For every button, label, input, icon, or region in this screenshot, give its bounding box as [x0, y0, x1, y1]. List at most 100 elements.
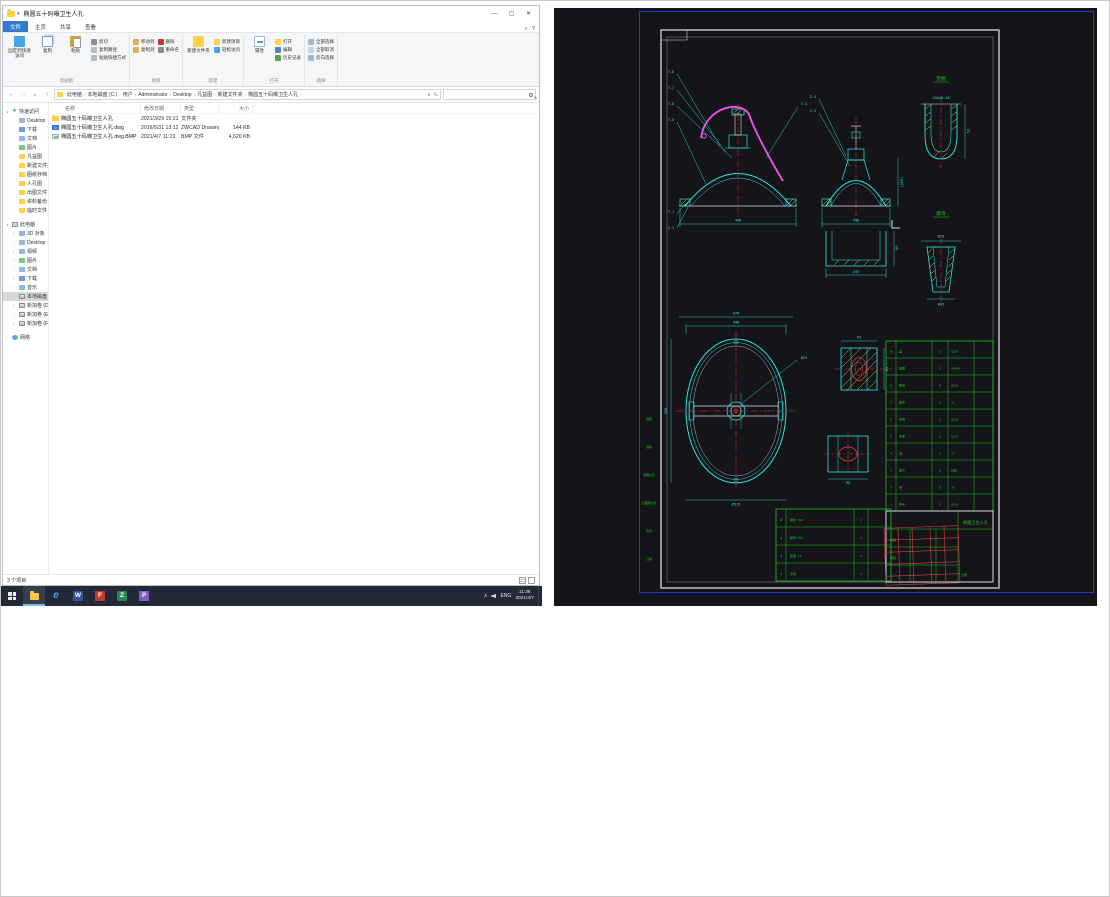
sidebar-item-f-drive[interactable]: ›新加卷 (F:)	[3, 319, 48, 328]
qat-customize-icon[interactable]: ▾	[17, 11, 20, 17]
breadcrumb-desktop[interactable]: Desktop	[172, 92, 192, 98]
column-name[interactable]: 名称	[49, 105, 141, 113]
breadcrumb[interactable]: 此电脑› 本地磁盘 (C:)› 用户› Administrator› Deskt…	[54, 89, 441, 100]
language-indicator[interactable]: ENG	[500, 593, 511, 599]
cut-button[interactable]: 剪切	[91, 39, 126, 45]
tab-file[interactable]: 文件	[3, 21, 28, 32]
file-list: 名称 修改日期 类型 大小 椭圆五十码曝卫生人孔 2021/3/29 15:21…	[49, 103, 539, 574]
address-dropdown-icon[interactable]: ∨	[427, 92, 431, 98]
close-button[interactable]: ✕	[520, 6, 537, 21]
paste-shortcut-button[interactable]: 粘贴快捷方式	[91, 55, 126, 61]
sidebar-item-d-drive[interactable]: ›新加卷 (D:)	[3, 301, 48, 310]
search-box[interactable]	[443, 89, 536, 100]
sidebar-item-e-drive[interactable]: ›新加卷 (E:)	[3, 310, 48, 319]
move-to-button[interactable]: 移动到	[133, 39, 155, 45]
up-button[interactable]: ↑	[42, 91, 52, 98]
sidebar-item-folder[interactable]: 人孔图	[3, 179, 48, 188]
pin-to-quick-access-button[interactable]: 固定到快速访问	[7, 36, 32, 58]
sidebar-item-c-drive[interactable]: ›本地磁盘 (C:)	[3, 292, 48, 301]
sidebar-network[interactable]: ›网络	[3, 333, 48, 342]
sidebar-item-desktop[interactable]: Desktop	[3, 116, 48, 125]
quick-access-toolbar[interactable]: ▾	[17, 11, 20, 17]
sidebar-item-3d-objects[interactable]: ›3D 对象	[3, 229, 48, 238]
sidebar-item-downloads[interactable]: 下载	[3, 125, 48, 134]
sidebar-item-documents[interactable]: 文档	[3, 134, 48, 143]
invert-selection-button[interactable]: 反向选择	[308, 55, 334, 61]
sidebar-item-downloads[interactable]: ›下载	[3, 274, 48, 283]
select-none-button[interactable]: 全部取消	[308, 47, 334, 53]
taskbar-icon-image-viewer[interactable]: P	[133, 586, 155, 606]
sidebar-this-pc[interactable]: ∨此电脑	[3, 220, 48, 229]
paste-button[interactable]: 粘贴	[63, 36, 88, 53]
history-button[interactable]: 历史记录	[275, 55, 301, 61]
new-item-button[interactable]: 新建项目	[214, 39, 240, 45]
sidebar-item-folder[interactable]: 临时文件	[3, 206, 48, 215]
search-input[interactable]	[446, 92, 529, 98]
sidebar-item-pictures[interactable]: ›图片	[3, 256, 48, 265]
show-desktop-button[interactable]	[538, 586, 541, 606]
breadcrumb-current[interactable]: 椭圆五十码曝卫生人孔	[247, 91, 299, 98]
tab-home[interactable]: 主页	[28, 21, 53, 32]
rename-button[interactable]: 重命名	[158, 47, 180, 53]
title-bar[interactable]: ▾ 椭圆五十码曝卫生人孔 — ▢ ✕	[3, 6, 539, 21]
copy-path-button[interactable]: 复制路径	[91, 47, 126, 53]
easy-access-button[interactable]: 轻松访问	[214, 47, 240, 53]
sidebar-item-music[interactable]: ›音乐	[3, 283, 48, 292]
file-row[interactable]: D椭圆五十码曝卫生人孔.dwg 2016/5/31 13:12 ZWCAD Dr…	[49, 123, 539, 132]
start-button[interactable]	[1, 586, 23, 606]
sidebar-item-folder[interactable]: 新建文件夹	[3, 161, 48, 170]
volume-icon[interactable]	[491, 594, 496, 599]
ribbon-collapse-icon[interactable]: ∨	[524, 26, 528, 32]
sidebar-item-folder[interactable]: 资料备份	[3, 197, 48, 206]
select-all-button[interactable]: 全部选择	[308, 39, 334, 45]
forward-button[interactable]: →	[18, 91, 28, 98]
delete-button[interactable]: 删除	[158, 39, 180, 45]
tab-share[interactable]: 共享	[53, 21, 78, 32]
copy-button[interactable]: 复制	[35, 36, 60, 53]
copy-to-button[interactable]: 复制到	[133, 47, 155, 53]
sidebar-quick-access[interactable]: ∨★快速访问	[3, 107, 48, 116]
open-button[interactable]: 打开	[275, 39, 301, 45]
breadcrumb-this-pc[interactable]: 此电脑	[66, 91, 83, 98]
breadcrumb-users[interactable]: 用户	[122, 91, 134, 98]
taskbar-icon-edge-browser[interactable]: e	[45, 586, 67, 606]
column-date[interactable]: 修改日期	[141, 105, 181, 113]
help-icon[interactable]: ?	[532, 26, 535, 32]
breadcrumb-folder1[interactable]: 凡益图	[196, 91, 213, 98]
window-title: 椭圆五十码曝卫生人孔	[24, 9, 84, 18]
file-row[interactable]: 椭圆五十码曝卫生人孔 2021/3/29 15:21 文件夹	[49, 114, 539, 123]
back-button[interactable]: ←	[6, 91, 16, 98]
taskbar-icon-cad-app[interactable]: Z	[111, 586, 133, 606]
refresh-icon[interactable]: ↻	[434, 92, 438, 98]
thumbnail-view-icon[interactable]	[528, 577, 535, 584]
recent-locations-icon[interactable]: ∨	[30, 92, 40, 98]
file-row[interactable]: 椭圆五十码曝卫生人孔.dwg.BMP 2021/4/7 11:23 BMP 文件…	[49, 132, 539, 141]
tray-expand-icon[interactable]: ∧	[484, 593, 488, 599]
properties-button[interactable]: 属性	[247, 36, 272, 53]
clock[interactable]: 11:382021/4/7	[515, 590, 534, 602]
minimize-button[interactable]: —	[486, 6, 503, 21]
tab-view[interactable]: 查看	[78, 21, 103, 32]
sidebar-item-documents[interactable]: ›文档	[3, 265, 48, 274]
ribbon: 固定到快速访问 复制 粘贴 剪切 复制路径 粘贴快捷方式 剪贴板 移动到 复制到	[3, 33, 539, 87]
svg-text:垫圈: 垫圈	[936, 75, 946, 82]
breadcrumb-administrator[interactable]: Administrator	[137, 92, 168, 98]
new-folder-button[interactable]: 新建文件夹	[186, 36, 211, 53]
column-type[interactable]: 类型	[181, 105, 219, 113]
sidebar-item-videos[interactable]: ›视频	[3, 247, 48, 256]
sidebar-item-folder[interactable]: 出图文件	[3, 188, 48, 197]
breadcrumb-c-drive[interactable]: 本地磁盘 (C:)	[87, 91, 119, 98]
column-size[interactable]: 大小	[219, 105, 253, 113]
taskbar-icon-pdf-reader[interactable]: F	[89, 586, 111, 606]
taskbar-icon-word[interactable]: W	[67, 586, 89, 606]
sidebar-item-pictures[interactable]: 图片	[3, 143, 48, 152]
maximize-button[interactable]: ▢	[503, 6, 520, 21]
taskbar-icon-file-explorer[interactable]	[23, 586, 45, 606]
breadcrumb-folder2[interactable]: 新建文件夹	[217, 91, 244, 98]
sidebar-item-folder[interactable]: 图纸存档	[3, 170, 48, 179]
drive-icon	[19, 294, 25, 299]
details-view-icon[interactable]	[519, 577, 526, 584]
sidebar-item-desktop[interactable]: ›Desktop	[3, 238, 48, 247]
sidebar-item-folder[interactable]: 凡益图	[3, 152, 48, 161]
edit-button[interactable]: 编辑	[275, 47, 301, 53]
